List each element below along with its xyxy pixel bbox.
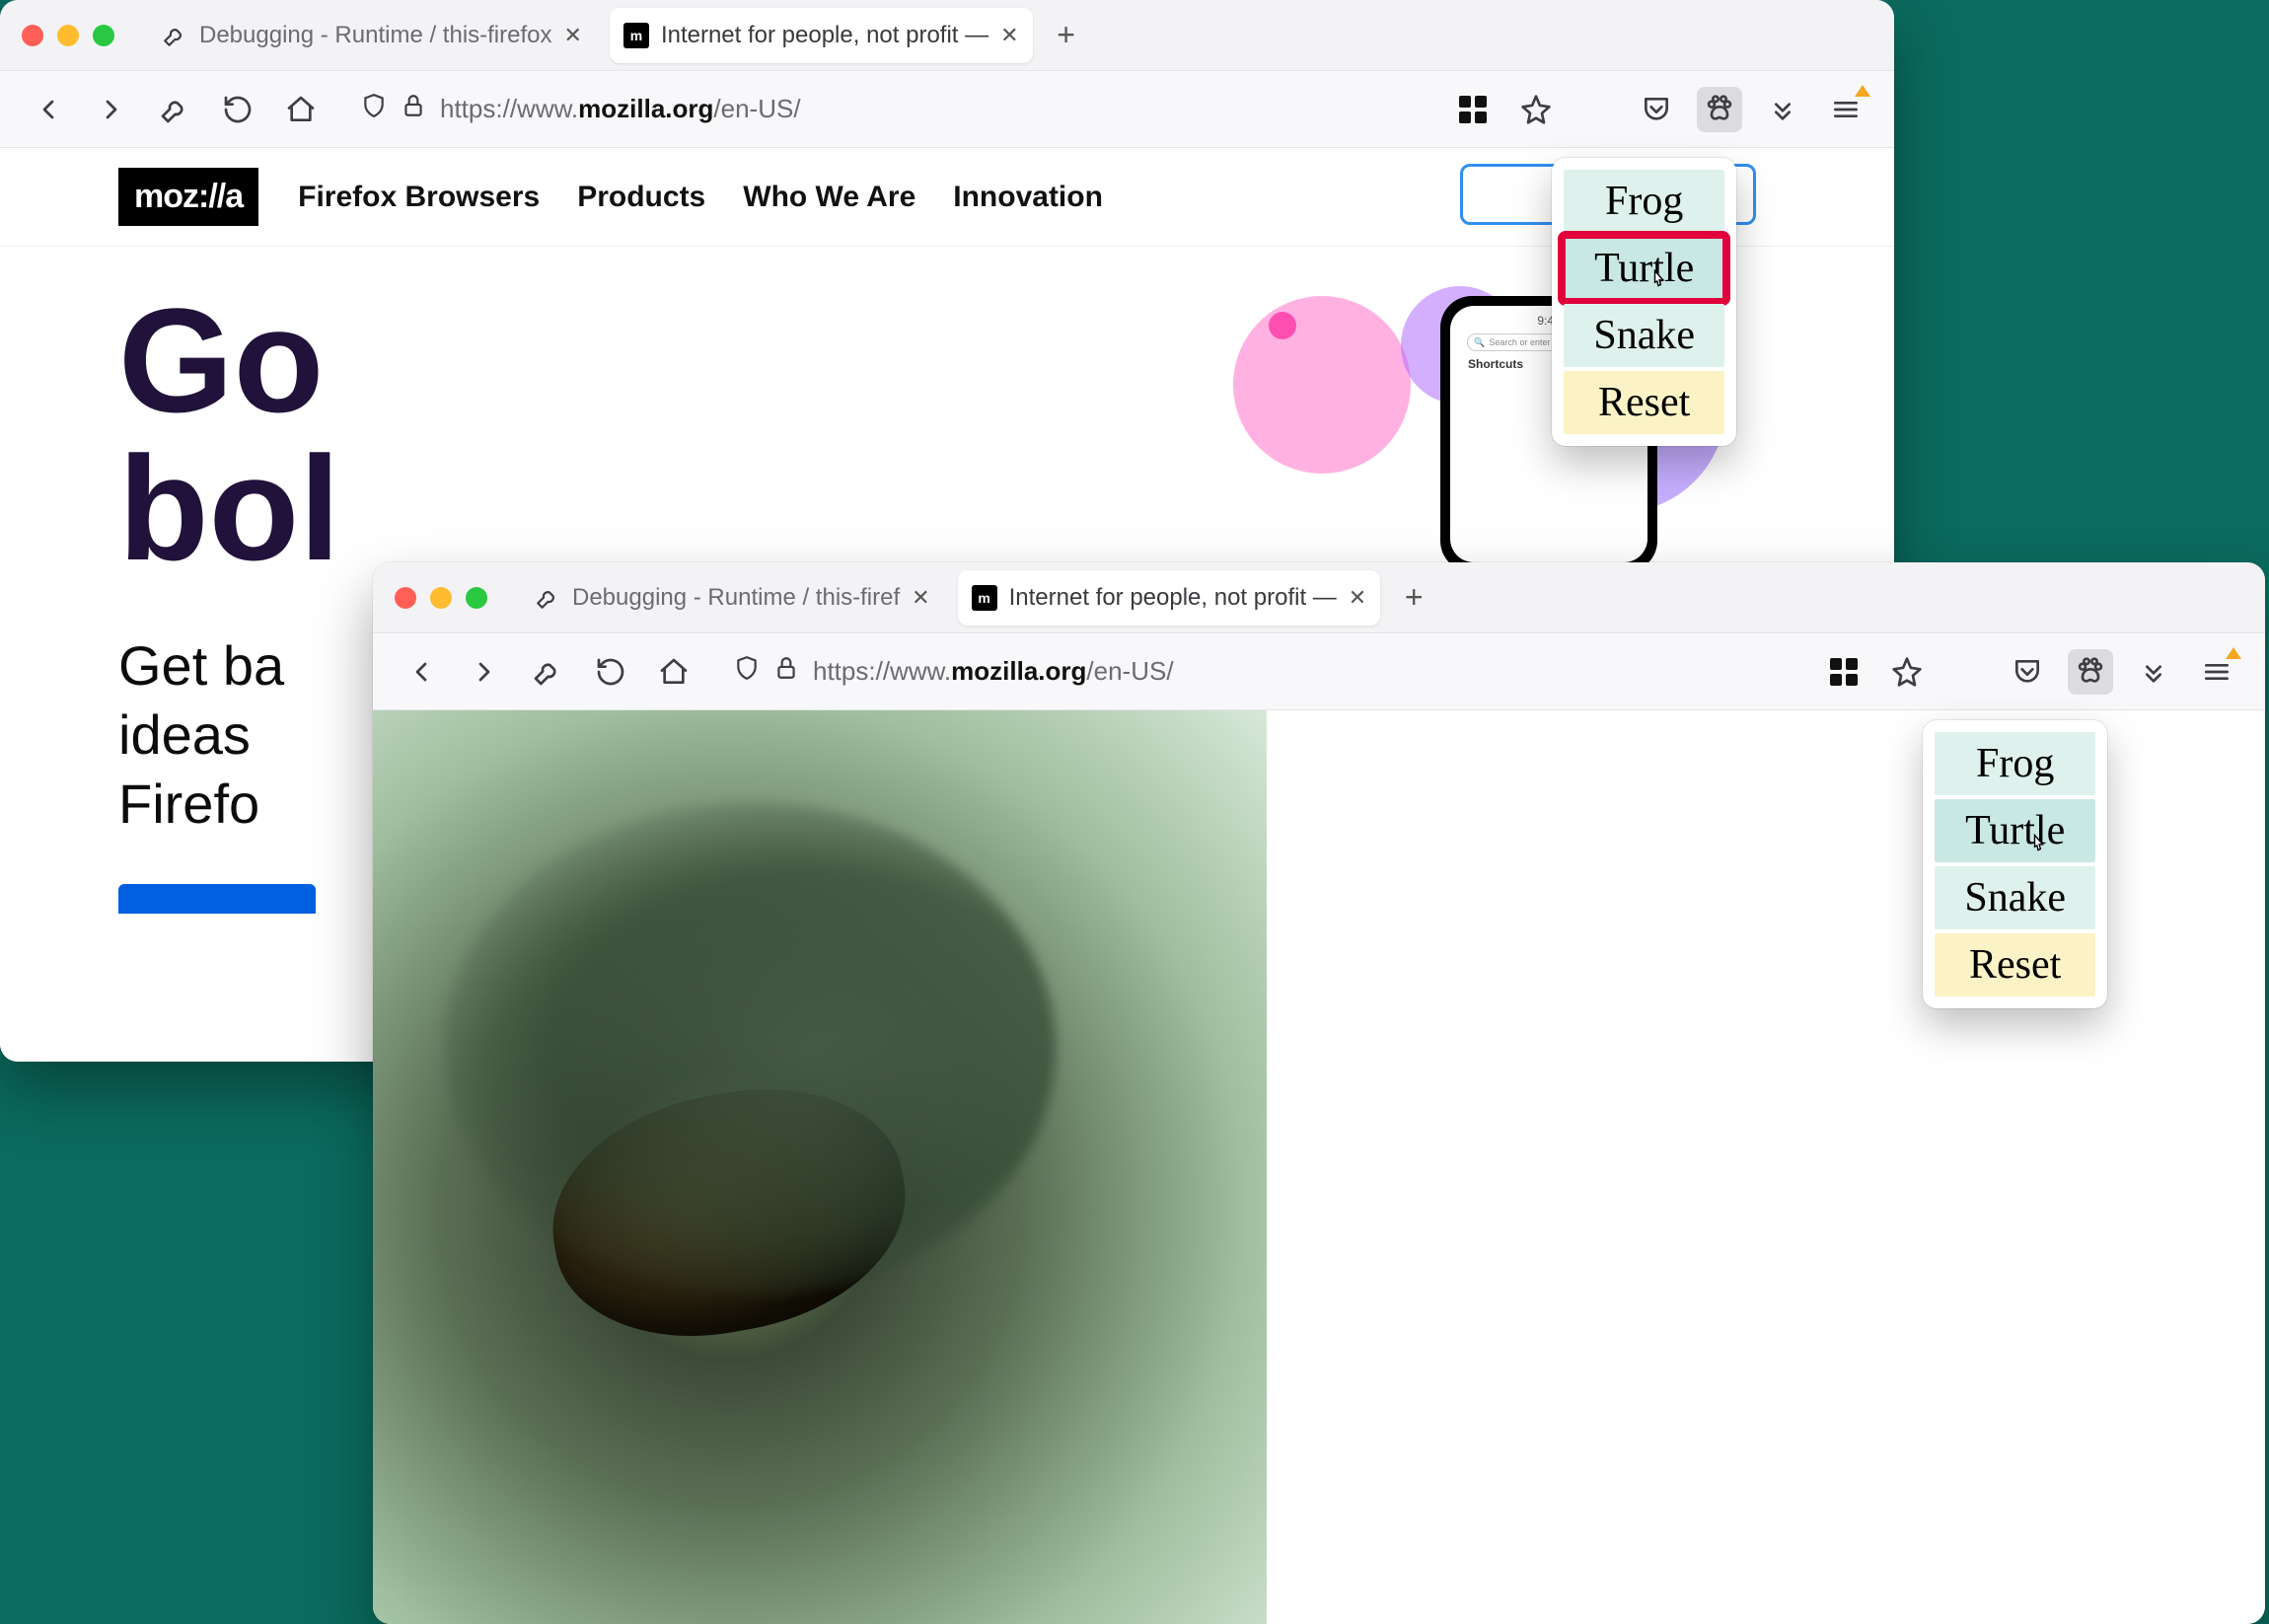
forward-button[interactable]: [89, 87, 134, 132]
popup-option-turtle[interactable]: Turtle: [1935, 799, 2095, 862]
back-button[interactable]: [26, 87, 71, 132]
lock-icon: [773, 655, 799, 688]
titlebar: Debugging - Runtime / this-firef ✕ m Int…: [373, 562, 2265, 633]
overflow-icon[interactable]: [2131, 649, 2176, 695]
toolbar: https://www.mozilla.org/en-US/: [373, 633, 2265, 710]
reload-button[interactable]: [215, 87, 260, 132]
wrench-icon: [535, 585, 560, 611]
minimize-window-button[interactable]: [57, 25, 79, 46]
back-button[interactable]: [399, 649, 444, 695]
devtools-button[interactable]: [525, 649, 570, 695]
wrench-icon: [162, 23, 187, 48]
site-nav: Firefox Browsers Products Who We Are Inn…: [298, 181, 1103, 214]
nav-item[interactable]: Firefox Browsers: [298, 181, 540, 214]
bookmark-star-icon[interactable]: [1513, 87, 1559, 132]
tab-title: Internet for people, not profit —: [661, 22, 988, 49]
popup-option-reset[interactable]: Reset: [1564, 371, 1724, 434]
close-tab-icon[interactable]: ✕: [1349, 585, 1366, 611]
tab-title: Debugging - Runtime / this-firef: [572, 584, 900, 612]
window-controls: [395, 587, 487, 609]
home-button[interactable]: [651, 649, 696, 695]
close-tab-icon[interactable]: ✕: [1000, 23, 1018, 48]
close-window-button[interactable]: [395, 587, 416, 609]
turtle-image: [373, 710, 1267, 1624]
window-controls: [22, 25, 114, 46]
browser-window-front: Debugging - Runtime / this-firef ✕ m Int…: [373, 562, 2265, 1624]
mozilla-favicon-icon: m: [623, 23, 649, 48]
nav-item[interactable]: Products: [577, 181, 705, 214]
popup-option-snake[interactable]: Snake: [1564, 304, 1724, 367]
mozilla-favicon-icon: m: [972, 585, 997, 611]
qr-icon[interactable]: [1450, 87, 1496, 132]
devtools-button[interactable]: [152, 87, 197, 132]
extension-popup: Frog Turtle Snake Reset: [1923, 720, 2107, 1008]
pocket-icon[interactable]: [2005, 649, 2050, 695]
url-text: https://www.mozilla.org/en-US/: [440, 94, 801, 124]
popup-option-turtle[interactable]: Turtle: [1564, 237, 1724, 300]
tab-mozilla[interactable]: m Internet for people, not profit — ✕: [958, 570, 1381, 626]
new-tab-button[interactable]: +: [1047, 16, 1086, 55]
tab-mozilla[interactable]: m Internet for people, not profit — ✕: [610, 8, 1033, 63]
pocket-icon[interactable]: [1634, 87, 1679, 132]
url-text: https://www.mozilla.org/en-US/: [813, 656, 1174, 687]
close-tab-icon[interactable]: ✕: [564, 23, 582, 48]
nav-item[interactable]: Innovation: [953, 181, 1103, 214]
address-bar[interactable]: https://www.mozilla.org/en-US/: [361, 82, 1393, 137]
nav-item[interactable]: Who We Are: [743, 181, 915, 214]
phone-shortcuts-label: Shortcuts: [1468, 357, 1523, 371]
qr-icon[interactable]: [1821, 649, 1866, 695]
tab-debugging[interactable]: Debugging - Runtime / this-firef ✕: [521, 570, 944, 626]
titlebar: Debugging - Runtime / this-firefox ✕ m I…: [0, 0, 1894, 71]
extension-popup: Frog Turtle Snake Reset: [1552, 158, 1736, 446]
close-tab-icon[interactable]: ✕: [912, 585, 929, 611]
mozilla-logo[interactable]: moz://a: [118, 168, 258, 226]
toolbar: https://www.mozilla.org/en-US/: [0, 71, 1894, 148]
home-button[interactable]: [278, 87, 324, 132]
popup-option-frog[interactable]: Frog: [1935, 732, 2095, 795]
popup-option-frog[interactable]: Frog: [1564, 170, 1724, 233]
app-menu-button[interactable]: [2194, 649, 2239, 695]
tab-debugging[interactable]: Debugging - Runtime / this-firefox ✕: [148, 8, 596, 63]
forward-button[interactable]: [462, 649, 507, 695]
extension-paw-icon[interactable]: [2068, 649, 2113, 695]
tab-title: Internet for people, not profit —: [1009, 584, 1337, 612]
bookmark-star-icon[interactable]: [1884, 649, 1930, 695]
address-bar[interactable]: https://www.mozilla.org/en-US/: [734, 644, 1764, 700]
popup-option-reset[interactable]: Reset: [1935, 933, 2095, 997]
zoom-window-button[interactable]: [93, 25, 114, 46]
popup-option-snake[interactable]: Snake: [1935, 866, 2095, 929]
overflow-icon[interactable]: [1760, 87, 1805, 132]
tab-title: Debugging - Runtime / this-firefox: [199, 22, 552, 49]
shield-icon: [734, 655, 760, 688]
close-window-button[interactable]: [22, 25, 43, 46]
new-tab-button[interactable]: +: [1394, 578, 1433, 618]
reload-button[interactable]: [588, 649, 633, 695]
zoom-window-button[interactable]: [466, 587, 487, 609]
shield-icon: [361, 93, 387, 125]
extension-paw-icon[interactable]: [1697, 87, 1742, 132]
hero-cta-button[interactable]: [118, 884, 316, 914]
app-menu-button[interactable]: [1823, 87, 1868, 132]
minimize-window-button[interactable]: [430, 587, 452, 609]
lock-icon: [401, 93, 426, 125]
